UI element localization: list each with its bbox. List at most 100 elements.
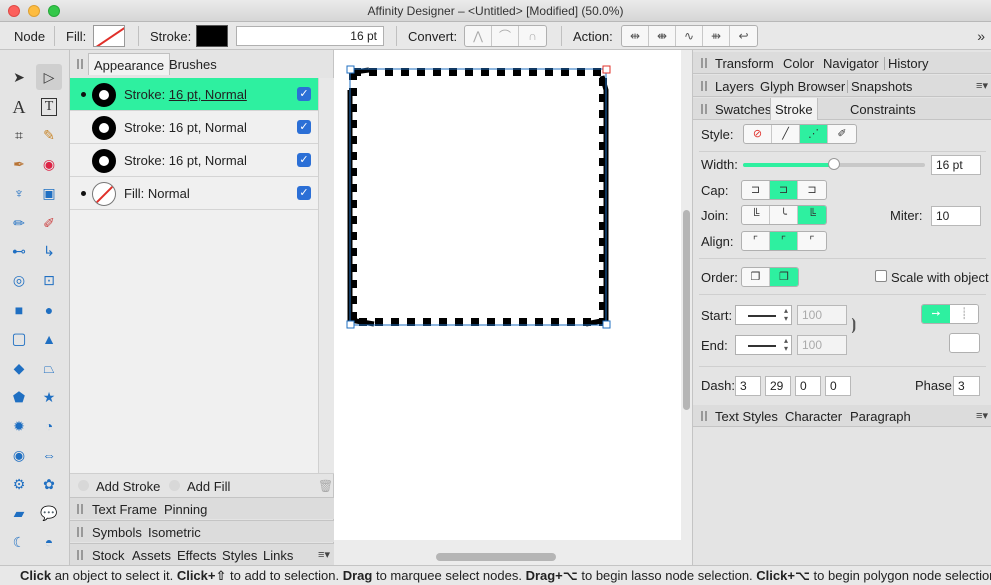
stroke-swatch[interactable] xyxy=(196,25,228,47)
solid-line-icon[interactable]: ╱ xyxy=(772,125,800,143)
place-image-tool-icon[interactable]: ▣ xyxy=(36,180,62,206)
tab-navigator[interactable]: Navigator xyxy=(823,56,879,71)
arrow-line-icon[interactable]: ┊ xyxy=(950,305,978,323)
tab-constraints[interactable]: Constraints xyxy=(850,102,916,117)
round-cap-icon[interactable]: ⊐ xyxy=(770,181,798,199)
transparency-tool-icon[interactable]: ⊷ xyxy=(6,238,32,264)
miter-join-icon[interactable]: ╚ xyxy=(742,206,770,224)
tab-history[interactable]: History xyxy=(888,56,928,71)
end-scale-field[interactable]: 100 xyxy=(797,335,847,355)
appearance-scrollbar[interactable] xyxy=(318,78,334,473)
horizontal-scroll-thumb[interactable] xyxy=(436,553,556,561)
text-frame-panel-header[interactable]: Text Frame Pinning xyxy=(70,497,334,519)
end-arrowhead-select[interactable]: ▴ ▾ xyxy=(735,335,792,355)
width-slider-knob[interactable] xyxy=(828,158,840,170)
swap-arrowheads-button[interactable] xyxy=(949,333,980,353)
star-tool-icon[interactable]: ★ xyxy=(36,384,62,410)
appearance-row[interactable]: Stroke: 16 pt, Normal ✓ xyxy=(70,144,318,177)
panel-grip-icon[interactable] xyxy=(77,550,83,560)
tab-stock[interactable]: Stock xyxy=(92,548,125,563)
tab-paragraph[interactable]: Paragraph xyxy=(850,409,911,424)
vertical-scroll-thumb[interactable] xyxy=(683,210,690,410)
chevrons-right-icon[interactable]: » xyxy=(977,28,985,44)
appearance-row[interactable]: Stroke: 16 pt, Normal ✓ xyxy=(70,78,318,111)
tab-appearance[interactable]: Appearance xyxy=(88,53,171,75)
donut-tool-icon[interactable]: ◉ xyxy=(6,442,32,468)
panel-grip-icon[interactable] xyxy=(701,411,707,421)
panel-grip-icon[interactable] xyxy=(77,527,83,537)
tab-snapshots[interactable]: Snapshots xyxy=(851,79,912,94)
color-picker-tool-icon[interactable]: ✎ xyxy=(36,122,62,148)
tab-swatches[interactable]: Swatches xyxy=(715,102,771,117)
align-inside-icon[interactable]: ⌜ xyxy=(742,232,770,250)
stroke-behind-fill-icon[interactable]: ❐ xyxy=(742,268,770,286)
vector-crop-tool-icon[interactable]: ⊡ xyxy=(36,267,62,293)
tab-symbols[interactable]: Symbols xyxy=(92,525,142,540)
crescent-tool-icon[interactable]: ☾ xyxy=(6,529,32,555)
gap-field-1[interactable]: 29 xyxy=(765,376,791,396)
double-arrow-tool-icon[interactable]: ⇔ xyxy=(36,442,62,468)
tab-links[interactable]: Links xyxy=(263,548,293,563)
tab-text-frame[interactable]: Text Frame xyxy=(92,502,157,517)
document-page[interactable] xyxy=(334,50,681,540)
add-stroke-button[interactable]: Add Stroke xyxy=(96,479,160,494)
gradient-tool-icon[interactable]: ◎ xyxy=(6,267,32,293)
diamond-tool-icon[interactable]: ◆ xyxy=(6,355,32,381)
start-arrowhead-select[interactable]: ▴ ▾ xyxy=(735,305,792,325)
polygon-tool-icon[interactable]: ⬟ xyxy=(6,384,32,410)
panel-menu-icon[interactable]: ≡▾ xyxy=(318,548,330,561)
add-fill-button[interactable]: Add Fill xyxy=(187,479,230,494)
pencil-tool-icon[interactable]: ✏ xyxy=(6,210,32,236)
color-wheel-icon[interactable]: ◉ xyxy=(36,151,62,177)
ellipse-tool-icon[interactable]: ● xyxy=(36,297,62,323)
stroke-in-front-icon[interactable]: ❐ xyxy=(770,268,798,286)
canvas-area[interactable] xyxy=(334,50,692,565)
width-field[interactable]: 16 pt xyxy=(931,155,981,175)
pie-tool-icon[interactable]: ◔ xyxy=(36,413,62,439)
join-curves-icon[interactable]: ⇻ xyxy=(703,26,730,46)
smart-node-icon[interactable]: ∩ xyxy=(519,26,546,46)
triangle-tool-icon[interactable]: ▲ xyxy=(36,326,62,352)
phase-field[interactable]: 3 xyxy=(953,376,980,396)
panel-grip-icon[interactable] xyxy=(701,58,707,68)
trash-icon[interactable]: 🗑 xyxy=(318,479,333,493)
reverse-curve-icon[interactable]: ↩ xyxy=(730,26,757,46)
square-cap-icon[interactable]: ⊐ xyxy=(798,181,826,199)
stroke-width-field[interactable]: 16 pt xyxy=(236,26,384,46)
align-center-icon[interactable]: ⌜ xyxy=(770,232,798,250)
visibility-checkbox[interactable]: ✓ xyxy=(297,186,311,200)
appearance-row[interactable]: Stroke: 16 pt, Normal ✓ xyxy=(70,111,318,144)
panel-grip-icon[interactable] xyxy=(701,104,707,114)
panel-grip-icon[interactable] xyxy=(77,504,83,514)
close-curve-icon[interactable]: ⇼ xyxy=(649,26,676,46)
gap-field-2[interactable]: 0 xyxy=(825,376,851,396)
symbols-panel-header[interactable]: Symbols Isometric xyxy=(70,520,334,542)
scale-with-object-checkbox[interactable] xyxy=(875,270,887,282)
tab-isometric[interactable]: Isometric xyxy=(148,525,201,540)
stock-panel-header[interactable]: Stock Assets Effects Styles Links ≡▾ xyxy=(70,543,334,565)
callout-rectangle-tool-icon[interactable]: ▰ xyxy=(6,500,32,526)
visibility-checkbox[interactable]: ✓ xyxy=(297,153,311,167)
rectangle-tool-icon[interactable]: ■ xyxy=(6,297,32,323)
frame-text-tool-icon[interactable]: T xyxy=(36,94,62,120)
link-icon[interactable]: ⦘ xyxy=(851,316,856,334)
trapezoid-tool-icon[interactable]: ⏢ xyxy=(36,355,62,381)
visibility-checkbox[interactable]: ✓ xyxy=(297,87,311,101)
butt-cap-icon[interactable]: ⊐ xyxy=(742,181,770,199)
appearance-row[interactable]: Fill: Normal ✓ xyxy=(70,177,318,210)
artistic-text-tool-icon[interactable]: A xyxy=(6,94,32,120)
tab-layers[interactable]: Layers xyxy=(715,79,754,94)
tab-glyph-browser[interactable]: Glyph Browser xyxy=(760,79,845,94)
visibility-checkbox[interactable]: ✓ xyxy=(297,120,311,134)
tab-brushes[interactable]: Brushes xyxy=(164,53,222,75)
segment-tool-icon[interactable]: ◓ xyxy=(36,529,62,555)
canvas-artwork[interactable] xyxy=(334,50,681,540)
crop-tool-icon[interactable]: ⌗ xyxy=(6,122,32,148)
dash-field-2[interactable]: 0 xyxy=(795,376,821,396)
round-join-icon[interactable]: ╰ xyxy=(770,206,798,224)
cog-tool-icon[interactable]: ⚙ xyxy=(6,471,32,497)
tab-stroke[interactable]: Stroke xyxy=(770,98,818,120)
align-outside-icon[interactable]: ⌜ xyxy=(798,232,826,250)
callout-ellipse-tool-icon[interactable]: 💬 xyxy=(36,500,62,526)
tab-text-styles[interactable]: Text Styles xyxy=(715,409,778,424)
